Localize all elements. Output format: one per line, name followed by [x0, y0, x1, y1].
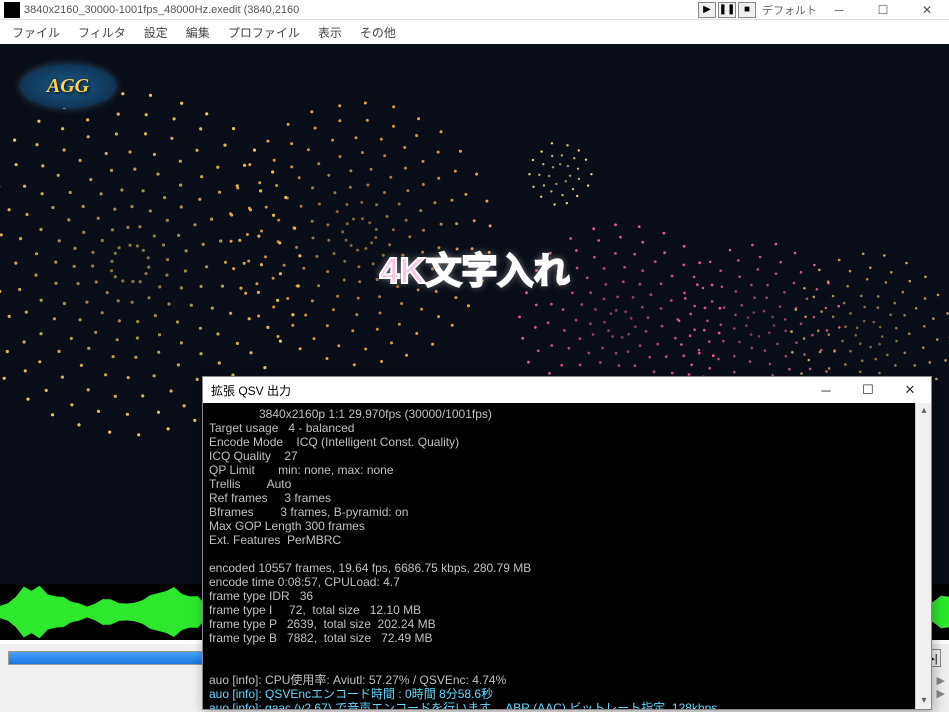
menu-edit[interactable]: 編集 — [178, 21, 218, 44]
encoder-maximize-button[interactable]: ☐ — [847, 377, 889, 403]
stop-button[interactable]: ■ — [738, 2, 756, 18]
play-button[interactable]: ▶ — [698, 2, 716, 18]
encoder-titlebar: 拡張 QSV 出力 ─ ☐ ✕ — [203, 377, 931, 403]
encoder-minimize-button[interactable]: ─ — [805, 377, 847, 403]
menu-settings[interactable]: 設定 — [136, 21, 176, 44]
scroll-up-icon[interactable]: ▴ — [916, 403, 931, 419]
menu-view[interactable]: 表示 — [310, 21, 350, 44]
encoder-scrollbar[interactable]: ▴ ▾ — [915, 403, 931, 709]
main-titlebar: 3840x2160_30000-1001fps_48000Hz.exedit (… — [0, 0, 949, 20]
menu-other[interactable]: その他 — [352, 21, 404, 44]
encoder-title: 拡張 QSV 出力 — [211, 382, 805, 399]
minimize-button[interactable]: ─ — [817, 0, 861, 20]
pause-button[interactable]: ❚❚ — [718, 2, 736, 18]
app-icon — [4, 2, 20, 18]
video-overlay-text: 4K文字入れ — [379, 242, 569, 294]
encoder-close-button[interactable]: ✕ — [889, 377, 931, 403]
window-title: 3840x2160_30000-1001fps_48000Hz.exedit (… — [24, 4, 692, 16]
menubar: ファイル フィルタ 設定 編集 プロファイル 表示 その他 — [0, 20, 949, 44]
encoder-window: 拡張 QSV 出力 ─ ☐ ✕ 3840x2160p 1:1 29.970fps… — [202, 376, 932, 710]
maximize-button[interactable]: ☐ — [861, 0, 905, 20]
profile-label: デフォルト — [762, 2, 817, 18]
menu-filter[interactable]: フィルタ — [70, 21, 134, 44]
close-button[interactable]: ✕ — [905, 0, 949, 20]
window-controls: ─ ☐ ✕ — [817, 0, 949, 20]
scroll-down-icon[interactable]: ▾ — [916, 693, 931, 709]
menu-profile[interactable]: プロファイル — [220, 21, 308, 44]
titlebar-play-controls: ▶ ❚❚ ■ — [698, 2, 756, 18]
logo-badge: AGG — [20, 64, 116, 108]
panel-expand-icon[interactable]: ▶▶ — [937, 674, 945, 700]
encoder-console[interactable]: 3840x2160p 1:1 29.970fps (30000/1001fps)… — [203, 403, 931, 709]
menu-file[interactable]: ファイル — [4, 21, 68, 44]
